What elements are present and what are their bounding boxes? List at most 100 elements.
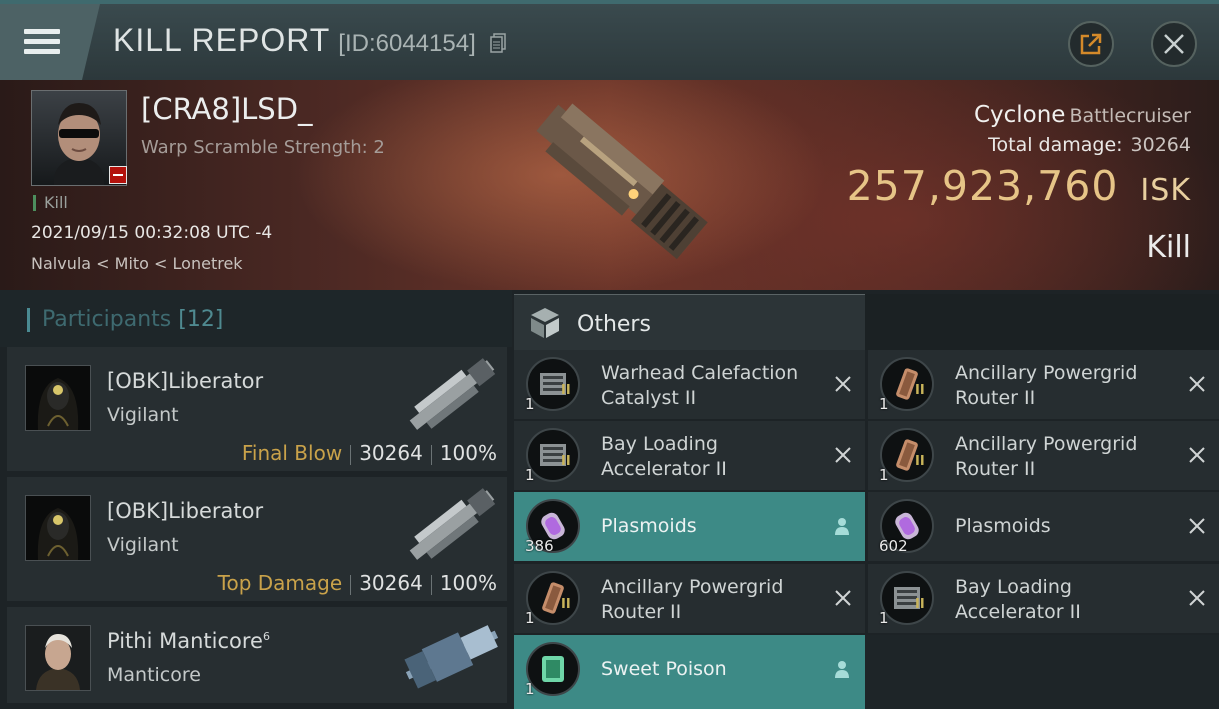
tech-level: II <box>915 597 925 612</box>
destroyed-icon <box>835 447 851 463</box>
destroyed-icon <box>835 376 851 392</box>
share-icon <box>1080 33 1102 55</box>
kill-id: [ID:6044154] <box>338 30 476 57</box>
item-name: Bay Loading Accelerator II <box>601 433 727 480</box>
loot-item[interactable]: 1 II Bay Loading Accelerator II <box>868 564 1219 633</box>
participant-ship-image[interactable] <box>397 357 507 432</box>
item-name: Ancillary Powergrid Router II <box>955 362 1138 409</box>
tech-level: II <box>915 454 925 469</box>
participant-portrait[interactable] <box>25 495 91 561</box>
participant-card[interactable]: Pithi Manticore6 Manticore <box>7 607 507 703</box>
item-quantity: 1 <box>879 466 889 484</box>
dropped-person-icon <box>835 661 849 678</box>
item-quantity: 1 <box>525 395 535 413</box>
participant-portrait[interactable] <box>25 625 91 691</box>
ship-class: Battlecruiser <box>1069 105 1191 127</box>
final-blow-label: Final Blow <box>241 441 343 465</box>
kill-tag: Kill <box>33 195 68 211</box>
participant-ship: Manticore <box>107 664 201 686</box>
ship-name: Cyclone <box>973 102 1066 128</box>
victim-ship[interactable]: Cyclone Battlecruiser <box>974 102 1191 128</box>
item-quantity: 1 <box>879 609 889 627</box>
participant-damage: 30264 <box>359 571 423 595</box>
kill-datetime: 2021/09/15 00:32:08 UTC -4 <box>31 223 273 243</box>
kill-location[interactable]: Nalvula < Mito < Lonetrek <box>31 254 243 273</box>
total-damage-value: 30264 <box>1130 134 1191 156</box>
participant-percent: 100% <box>439 441 497 465</box>
victim-subtitle: Warp Scramble Strength: 2 <box>141 137 385 158</box>
isk-unit: ISK <box>1140 173 1191 208</box>
share-button[interactable] <box>1068 21 1114 67</box>
cube-icon <box>531 308 559 338</box>
participant-name-text: Pithi Manticore <box>107 629 263 653</box>
isk-amount: 257,923,760 <box>846 162 1119 210</box>
item-quantity: 1 <box>525 680 535 698</box>
loot-item[interactable]: 1 II Ancillary Powergrid Router II <box>514 564 865 633</box>
loot-item[interactable]: 1 II Warhead Calefaction Catalyst II <box>514 350 865 419</box>
loot-item[interactable]: 1 II Ancillary Powergrid Router II <box>868 350 1219 419</box>
item-quantity: 1 <box>879 395 889 413</box>
total-damage-label: Total damage: <box>988 134 1123 156</box>
item-quantity: 386 <box>525 537 554 555</box>
participant-stats: Final Blow 30264 100% <box>242 441 497 465</box>
copy-icon[interactable] <box>489 24 506 61</box>
participant-ship: Vigilant <box>107 404 179 426</box>
item-name: Ancillary Powergrid Router II <box>601 576 784 623</box>
participant-name[interactable]: [OBK]Liberator <box>107 499 263 523</box>
participant-ship-image[interactable] <box>397 487 507 562</box>
destroyed-icon <box>1189 518 1205 534</box>
window-title: KILL REPORT [ID:6044154] <box>113 22 506 61</box>
victim-ship-image[interactable] <box>500 80 730 290</box>
item-name: Sweet Poison <box>601 658 727 680</box>
loot-item[interactable]: 1 II Bay Loading Accelerator II <box>514 421 865 490</box>
participant-name[interactable]: Pithi Manticore6 <box>107 629 270 653</box>
participant-name[interactable]: [OBK]Liberator <box>107 369 263 393</box>
close-button[interactable] <box>1151 21 1197 67</box>
destroyed-icon <box>1189 376 1205 392</box>
participant-card[interactable]: [OBK]Liberator Vigilant Final Blow 30264 1… <box>7 347 507 471</box>
others-header-spacer <box>865 294 1219 350</box>
loot-item[interactable]: 602 Plasmoids <box>868 492 1219 561</box>
tech-level: II <box>561 597 571 612</box>
item-name: Plasmoids <box>601 515 697 537</box>
participant-ship-image[interactable] <box>397 617 507 692</box>
item-quantity: 1 <box>525 466 535 484</box>
others-title: Others <box>577 312 651 337</box>
loot-item[interactable]: 1 Sweet Poison <box>514 635 865 709</box>
dropped-person-icon <box>835 518 849 535</box>
title-text: KILL REPORT <box>113 22 331 58</box>
item-name: Bay Loading Accelerator II <box>955 576 1081 623</box>
participant-percent: 100% <box>439 571 497 595</box>
hamburger-icon <box>24 26 62 56</box>
item-quantity: 1 <box>525 609 535 627</box>
loot-item[interactable]: 1 II Ancillary Powergrid Router II <box>868 421 1219 490</box>
isk-value: 257,923,760 ISK <box>847 162 1191 210</box>
result-label: Kill <box>1146 230 1191 265</box>
victim-name[interactable]: [CRA8]LSD_ <box>141 92 313 126</box>
participant-portrait[interactable] <box>25 365 91 431</box>
destroyed-icon <box>1189 590 1205 606</box>
top-damage-label: Top Damage <box>217 571 343 595</box>
tech-level: II <box>561 454 571 469</box>
others-header: Others <box>514 294 865 351</box>
destroyed-icon <box>1189 447 1205 463</box>
participant-card[interactable]: [OBK]Liberator Vigilant Top Damage 30264 1… <box>7 477 507 601</box>
participant-name-superscript: 6 <box>262 630 270 643</box>
close-icon <box>1164 34 1184 54</box>
participant-ship: Vigilant <box>107 534 179 556</box>
empty-slot <box>865 635 1219 709</box>
loot-item[interactable]: 386 Plasmoids <box>514 492 865 561</box>
participants-title[interactable]: Participants [12] <box>27 308 223 332</box>
title-bar: KILL REPORT [ID:6044154] <box>0 0 1219 80</box>
participant-stats: Top Damage 30264 100% <box>218 571 497 595</box>
item-name: Plasmoids <box>955 515 1051 537</box>
participant-damage: 30264 <box>359 441 423 465</box>
item-name: Ancillary Powergrid Router II <box>955 433 1138 480</box>
tech-level: II <box>915 383 925 398</box>
menu-button[interactable] <box>0 4 100 80</box>
victim-header: [CRA8]LSD_ Warp Scramble Strength: 2 Kil… <box>0 80 1219 290</box>
tech-level: II <box>561 383 571 398</box>
participants-header: Participants [12] <box>0 290 512 347</box>
item-name: Warhead Calefaction Catalyst II <box>601 362 799 409</box>
participants-count: [12] <box>178 307 224 332</box>
